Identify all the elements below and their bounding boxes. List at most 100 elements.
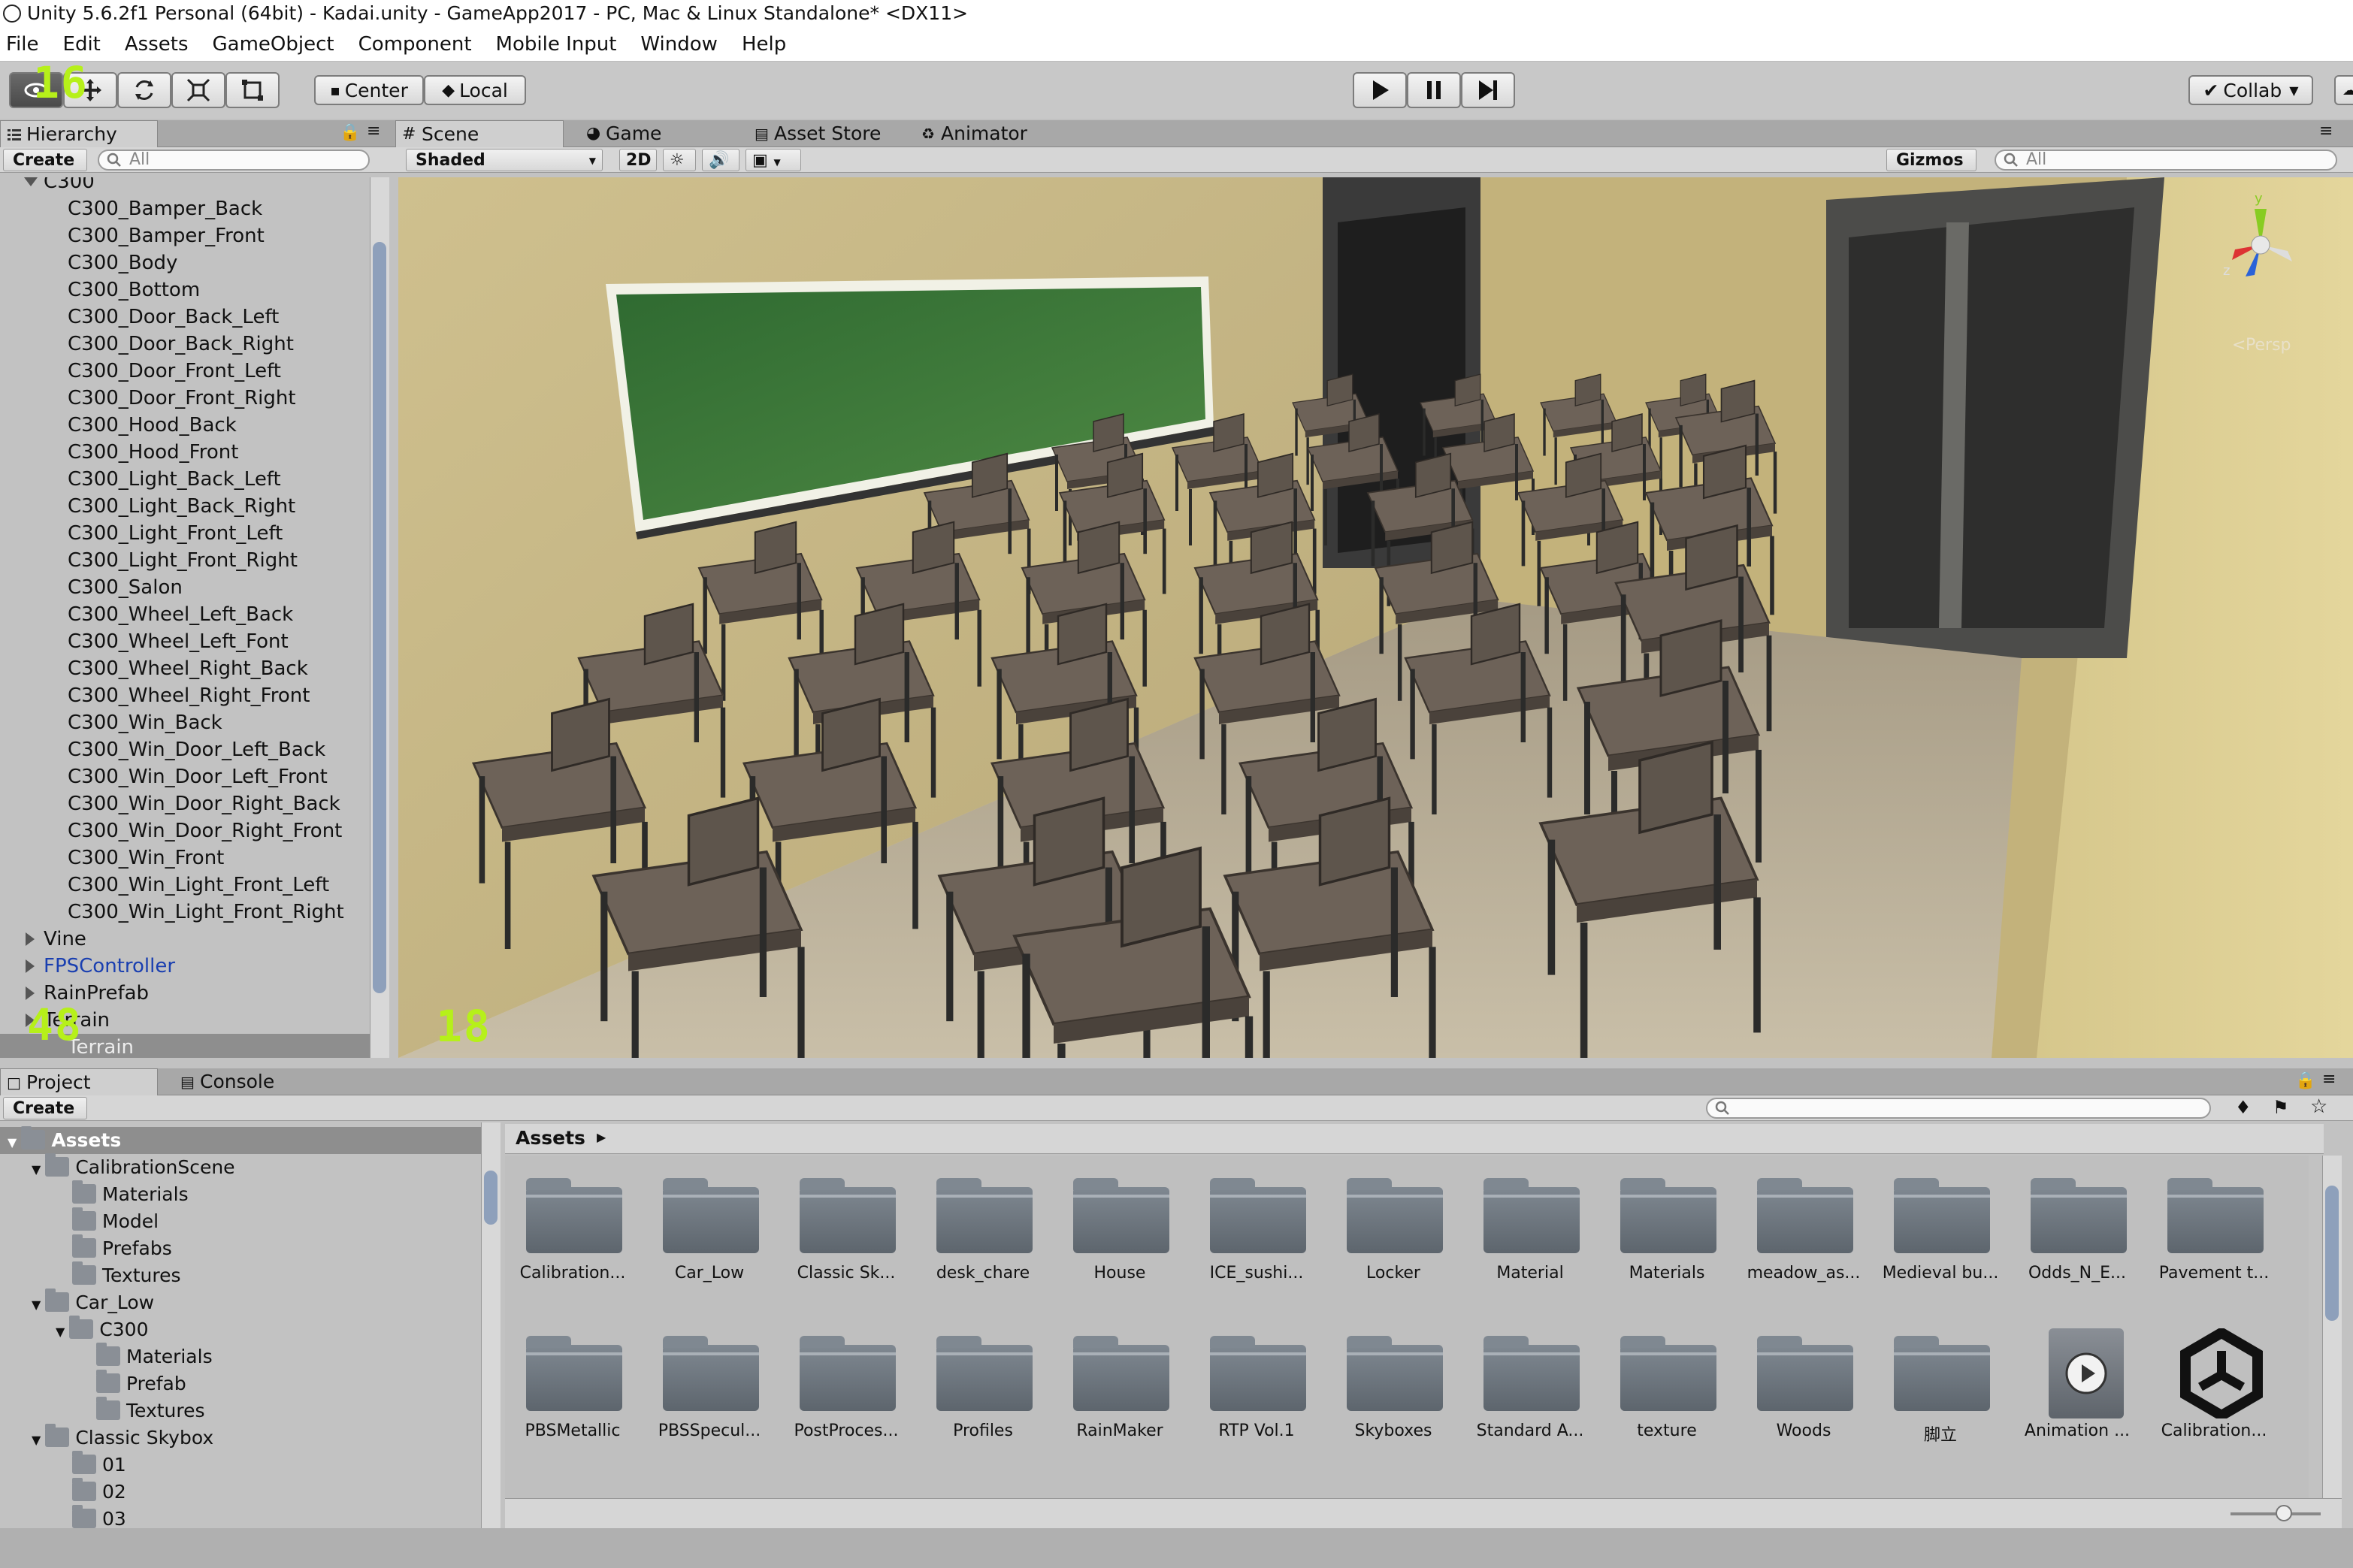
hierarchy-item[interactable]: C300_Win_Light_Front_Left [0,872,370,899]
menu-gameobject[interactable]: GameObject [207,33,342,56]
project-folder-item[interactable]: Textures [80,1397,481,1424]
panel-menu-icon[interactable]: ≡ [367,122,380,140]
asset-item[interactable]: PBSSpecul... [634,1313,762,1464]
project-folder-item[interactable]: ▼ Assets [0,1126,481,1154]
hierarchy-item[interactable]: C300_Door_Back_Right [0,331,370,358]
project-folder-item[interactable]: 03 [56,1505,481,1528]
icon-size-slider-handle[interactable] [2276,1505,2292,1521]
menu-component[interactable]: Component [352,33,479,56]
asset-item[interactable]: ICE_sushi... [1181,1156,1309,1306]
expand-arrow-icon[interactable] [26,932,35,946]
hierarchy-item[interactable]: C300_Win_Door_Left_Front [0,763,370,790]
hierarchy-create-dropdown[interactable]: Create ▼ [3,149,87,190]
project-folder-item[interactable]: ▼ Classic Skybox [32,1424,481,1452]
pivot-center-button[interactable]: ▪ Center [314,75,424,105]
scene-search-input[interactable]: All [1995,150,2337,171]
asset-item[interactable]: Car_Low [634,1156,762,1306]
hierarchy-item[interactable]: C300_Light_Back_Right [0,493,370,520]
hierarchy-item[interactable]: C300_Hood_Back [0,412,370,439]
hierarchy-item[interactable]: C300_Win_Back [0,709,370,736]
hierarchy-item[interactable]: C300_Bamper_Front [0,222,370,249]
asset-item[interactable]: Calibration... [505,1156,625,1306]
asset-item[interactable]: Standard A... [1455,1313,1583,1464]
hierarchy-item[interactable]: C300_Door_Front_Right [0,385,370,412]
hierarchy-item-root[interactable]: Vine [0,926,370,953]
project-create-dropdown[interactable]: Create ▼ [3,1097,87,1138]
project-search-input[interactable] [1706,1098,2211,1119]
expand-arrow-icon[interactable] [26,986,35,1000]
expand-arrow-icon[interactable]: ▼ [8,1135,17,1150]
lighting-toggle[interactable]: ☼ [663,149,696,171]
menu-file[interactable]: File [0,33,47,56]
2d-toggle[interactable]: 2D [619,149,657,171]
play-button[interactable] [1353,72,1407,108]
scale-tool-button[interactable] [171,72,225,108]
lock-icon[interactable]: 🔒 [2295,1071,2315,1090]
tab-project[interactable]: □ Project [0,1068,158,1095]
asset-item[interactable]: Material [1455,1156,1583,1306]
asset-item[interactable]: meadow_as... [1728,1156,1860,1306]
project-folder-item[interactable]: ▼ Car_Low [32,1289,481,1316]
hierarchy-search-input[interactable]: All [98,150,370,171]
tab-animator[interactable]: ♻ Animator [915,120,1081,147]
gizmos-dropdown[interactable]: Gizmos ▼ [1886,149,1976,190]
asset-grid-scroll-thumb[interactable] [2325,1186,2339,1321]
asset-item[interactable]: Animation ... [2002,1313,2130,1464]
hierarchy-item[interactable]: C300_Salon [0,574,370,601]
menu-mobile-input[interactable]: Mobile Input [490,33,625,56]
hierarchy-item[interactable]: C300_Light_Back_Left [0,466,370,493]
project-folder-item[interactable]: 02 [56,1478,481,1506]
lock-icon[interactable]: 🔒 [340,123,360,142]
hierarchy-item[interactable]: C300_Wheel_Right_Back [0,655,370,682]
asset-item[interactable]: Medieval bu... [1865,1156,1998,1306]
tab-game[interactable]: ◕ Game [580,120,730,147]
hierarchy-item[interactable]: C300_Light_Front_Right [0,547,370,574]
panel-menu-icon[interactable]: ≡ [2319,122,2333,140]
menu-edit[interactable]: Edit [57,33,108,56]
project-folder-item[interactable]: Materials [56,1180,481,1208]
project-folder-item[interactable]: Model [56,1207,481,1235]
asset-item[interactable]: Classic Sk... [771,1156,899,1306]
project-folder-item[interactable]: Prefabs [56,1234,481,1262]
expand-arrow-icon[interactable]: ▼ [56,1325,65,1339]
pivot-local-button[interactable]: ◆ Local [424,75,526,105]
hierarchy-item[interactable]: C300_Wheel_Right_Front [0,682,370,709]
project-tree-scrollbar[interactable] [481,1122,501,1528]
hierarchy-item[interactable]: C300_Door_Front_Left [0,358,370,385]
tab-asset-store[interactable]: ▤ Asset Store [749,120,918,147]
asset-item[interactable]: Woods [1728,1313,1856,1464]
account-cloud-button[interactable]: ☁ [2334,75,2353,105]
tab-console[interactable]: ▤ Console [174,1068,325,1095]
step-button[interactable] [1461,72,1515,108]
hierarchy-item[interactable]: C300_Wheel_Left_Font [0,628,370,655]
asset-item[interactable]: Calibration... [2139,1313,2267,1464]
asset-item[interactable]: Skyboxes [1318,1313,1446,1464]
menu-help[interactable]: Help [736,33,794,56]
hierarchy-scrollbar[interactable] [370,177,389,1058]
hierarchy-item[interactable]: C300_Hood_Front [0,439,370,466]
project-folder-item[interactable]: 01 [56,1451,481,1479]
expand-arrow-icon[interactable]: ▼ [32,1433,41,1447]
hierarchy-item[interactable]: C300_Wheel_Left_Back [0,601,370,628]
asset-item[interactable]: PostProces... [771,1313,899,1464]
expand-arrow-icon[interactable]: ▼ [32,1162,41,1177]
menu-assets[interactable]: Assets [119,33,196,56]
hierarchy-item[interactable]: C300_Light_Front_Left [0,520,370,547]
asset-item[interactable]: RTP Vol.1 [1181,1313,1309,1464]
hierarchy-item-c300[interactable]: C300 [0,177,370,195]
breadcrumb-assets[interactable]: Assets [516,1127,585,1149]
filter-by-type-icon[interactable]: ♦ [2235,1097,2252,1118]
asset-item[interactable]: Materials [1592,1156,1719,1306]
expand-arrow-icon[interactable] [24,177,38,186]
hierarchy-item[interactable]: C300_Win_Door_Right_Front [0,817,370,844]
shading-mode-dropdown[interactable]: Shaded ▼ [406,149,603,171]
project-folder-item[interactable]: Materials [80,1343,481,1370]
asset-item[interactable]: PBSMetallic [505,1313,625,1464]
asset-item[interactable]: desk_chare [908,1156,1036,1306]
hierarchy-item[interactable]: C300_Win_Door_Right_Back [0,790,370,817]
hierarchy-item-root[interactable]: FPSController [0,953,370,980]
hierarchy-item[interactable]: C300_Win_Light_Front_Right [0,899,370,926]
scene-viewport[interactable]: y z Persp < [398,177,2353,1058]
asset-grid-scrollbar[interactable] [2322,1156,2342,1498]
filter-by-label-icon[interactable]: ⚑ [2273,1097,2289,1118]
